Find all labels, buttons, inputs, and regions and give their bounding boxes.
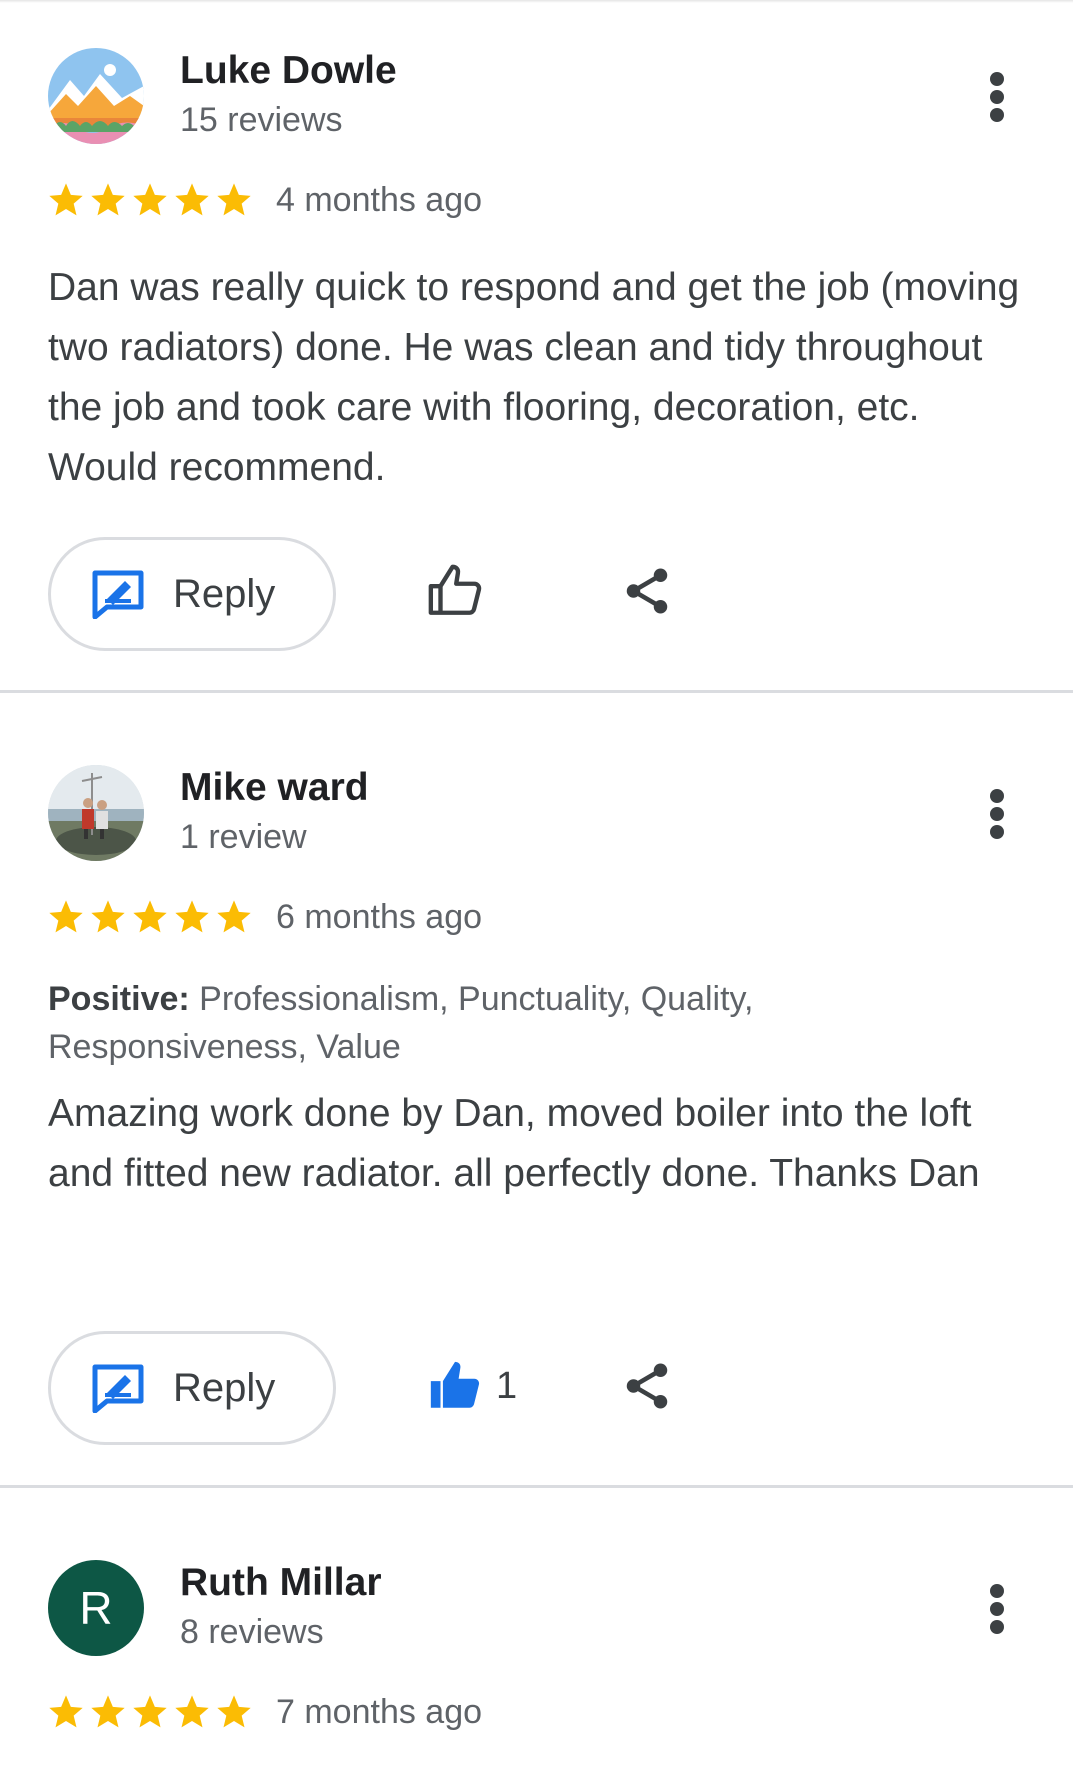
review-time: 4 months ago (276, 181, 483, 219)
review-card: R Ruth Millar 8 reviews 7 months ago (0, 1488, 1073, 1788)
avatar-letter: R (79, 1582, 113, 1634)
avatar[interactable]: R (48, 1560, 144, 1656)
more-options-button[interactable] (978, 783, 1014, 845)
more-vert-icon-dot (990, 1620, 1004, 1634)
avatar[interactable] (48, 765, 144, 861)
review-count[interactable]: 1 review (180, 817, 307, 857)
reply-label: Reply (173, 1365, 276, 1410)
like-button[interactable] (426, 562, 496, 620)
more-vert-icon-dot (990, 90, 1004, 104)
review-time: 6 months ago (276, 898, 483, 936)
review-time: 7 months ago (276, 1693, 483, 1731)
more-options-button[interactable] (978, 1578, 1014, 1640)
more-vert-icon-dot (990, 72, 1004, 86)
review-count[interactable]: 15 reviews (180, 100, 343, 140)
avatar[interactable] (48, 48, 144, 144)
more-options-button[interactable] (978, 66, 1014, 128)
more-vert-icon-dot (990, 1602, 1004, 1616)
reply-button[interactable]: Reply (48, 537, 336, 651)
reply-icon (92, 1364, 144, 1413)
more-vert-icon-dot (990, 108, 1004, 122)
star-icon (217, 183, 251, 216)
author-name[interactable]: Mike ward (180, 765, 369, 811)
star-icon (133, 900, 167, 933)
share-button[interactable] (620, 562, 674, 620)
review-text: Amazing work done by Dan, moved boiler i… (48, 1092, 980, 1195)
reply-icon (92, 570, 144, 619)
star-icon (91, 1695, 125, 1728)
more-vert-icon-dot (990, 1584, 1004, 1598)
star-icon (49, 900, 83, 933)
star-rating (46, 897, 254, 941)
star-icon (175, 183, 209, 216)
star-icon (217, 1695, 251, 1728)
share-icon (626, 1363, 668, 1409)
star-icon (49, 1695, 83, 1728)
star-icon (175, 1695, 209, 1728)
star-icon (91, 183, 125, 216)
review-card: Luke Dowle 15 reviews 4 months ago Dan w… (0, 0, 1073, 692)
like-button[interactable]: 1 (426, 1357, 517, 1415)
author-name[interactable]: Ruth Millar (180, 1560, 382, 1606)
star-icon (91, 900, 125, 933)
star-icon (133, 183, 167, 216)
thumb-up-icon (428, 564, 482, 615)
star-icon (217, 900, 251, 933)
review-text: Dan was really quick to respond and get … (48, 266, 1020, 489)
thumb-up-icon (430, 1361, 480, 1408)
more-vert-icon-dot (990, 807, 1004, 821)
share-button[interactable] (620, 1357, 674, 1415)
star-rating (46, 1692, 254, 1736)
positive-label: Positive: (48, 980, 190, 1018)
star-rating (46, 180, 254, 224)
review-card: Mike ward 1 review 6 months ago Positive… (0, 693, 1073, 1485)
reply-label: Reply (173, 571, 276, 616)
reply-button[interactable]: Reply (48, 1331, 336, 1445)
person-avatar-image (48, 765, 144, 861)
review-count[interactable]: 8 reviews (180, 1612, 324, 1652)
landscape-avatar-image (48, 48, 144, 144)
star-icon (49, 183, 83, 216)
star-icon (175, 900, 209, 933)
share-icon (626, 568, 668, 614)
star-icon (133, 1695, 167, 1728)
more-vert-icon-dot (990, 789, 1004, 803)
review-attributes: Positive: Professionalism, Punctuality, … (48, 975, 1008, 1071)
author-name[interactable]: Luke Dowle (180, 48, 397, 94)
more-vert-icon-dot (990, 825, 1004, 839)
like-count: 1 (496, 1364, 518, 1407)
